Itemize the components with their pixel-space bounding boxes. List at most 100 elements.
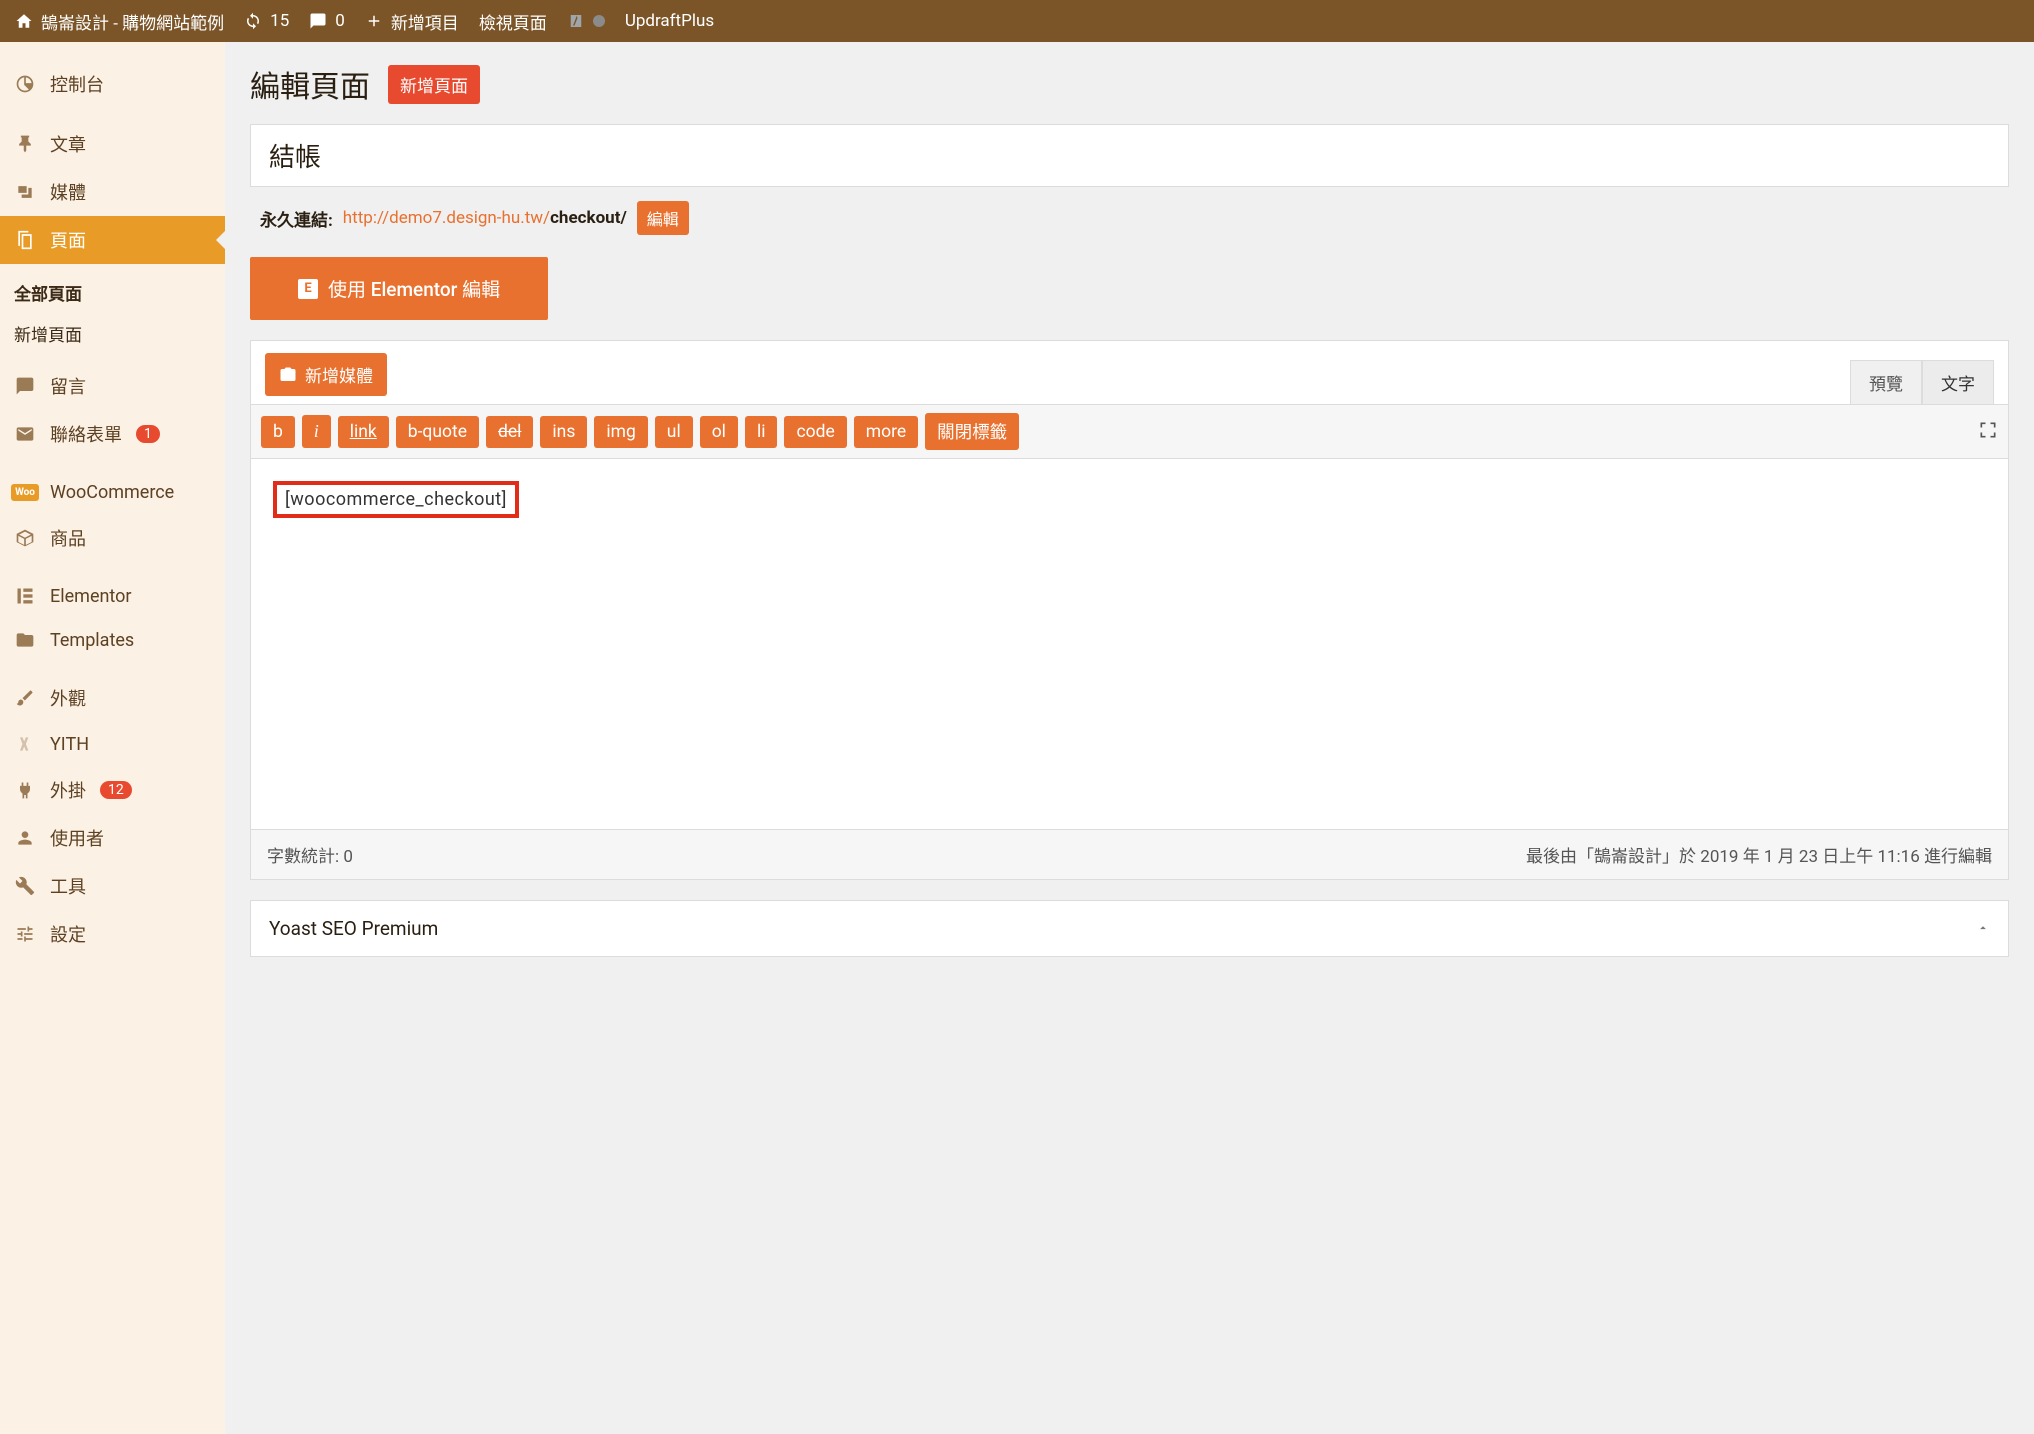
qt-ol-button[interactable]: ol xyxy=(700,416,738,448)
yoast-metabox-title: Yoast SEO Premium xyxy=(269,917,438,940)
contact-badge: 1 xyxy=(136,425,160,443)
comments-icon xyxy=(14,375,36,397)
sidebar-label: WooCommerce xyxy=(50,482,174,503)
brush-icon xyxy=(14,687,36,709)
sidebar-item-woocommerce[interactable]: Woo WooCommerce xyxy=(0,470,225,514)
sidebar-label: 商品 xyxy=(50,525,86,551)
sidebar-label: 使用者 xyxy=(50,825,104,851)
user-icon xyxy=(14,827,36,849)
submenu-all-pages[interactable]: 全部頁面 xyxy=(0,272,225,313)
editor-footer: 字數統計: 0 最後由「鵠崙設計」於 2019 年 1 月 23 日上午 11:… xyxy=(251,829,2008,879)
post-title-input[interactable]: 結帳 xyxy=(250,124,2009,187)
sidebar-label: Templates xyxy=(50,630,134,651)
yoast-metabox[interactable]: Yoast SEO Premium xyxy=(250,900,2009,957)
view-page-link[interactable]: 檢視頁面 xyxy=(479,9,547,34)
yoast-icon xyxy=(567,12,585,30)
sidebar-item-appearance[interactable]: 外觀 xyxy=(0,674,225,722)
sidebar-item-posts[interactable]: 文章 xyxy=(0,120,225,168)
fullscreen-button[interactable] xyxy=(1978,420,1998,444)
submenu-new-page[interactable]: 新增頁面 xyxy=(0,313,225,354)
sidebar-label: 頁面 xyxy=(50,227,86,253)
admin-sidebar: 控制台 文章 媒體 頁面 全部頁面 新增頁面 留言 聯絡表單 1 xyxy=(0,42,225,1434)
sliders-icon xyxy=(14,923,36,945)
sidebar-item-media[interactable]: 媒體 xyxy=(0,168,225,216)
yoast-link[interactable] xyxy=(567,12,605,30)
qt-bquote-button[interactable]: b-quote xyxy=(396,416,479,448)
qt-del-button[interactable]: del xyxy=(486,416,533,448)
last-edit-info: 最後由「鵠崙設計」於 2019 年 1 月 23 日上午 11:16 進行編輯 xyxy=(1526,842,1992,867)
sidebar-label: YITH xyxy=(50,734,89,755)
editor-tabs: 預覽 文字 xyxy=(1850,360,1994,404)
plus-icon xyxy=(365,12,383,30)
shortcode-highlight: [woocommerce_checkout] xyxy=(273,481,519,518)
sidebar-label: 聯絡表單 xyxy=(50,421,122,447)
comments-link[interactable]: 0 xyxy=(309,11,345,31)
sidebar-label: 工具 xyxy=(50,873,86,899)
sidebar-item-settings[interactable]: 設定 xyxy=(0,910,225,958)
new-item-link[interactable]: 新增項目 xyxy=(365,9,459,34)
sidebar-item-products[interactable]: 商品 xyxy=(0,514,225,562)
qt-link-button[interactable]: link xyxy=(338,416,389,448)
site-link[interactable]: 鵠崙設計 - 購物網站範例 xyxy=(15,9,224,34)
sidebar-item-templates[interactable]: Templates xyxy=(0,618,225,662)
sidebar-item-users[interactable]: 使用者 xyxy=(0,814,225,862)
add-new-page-button[interactable]: 新增頁面 xyxy=(388,65,480,104)
mail-icon xyxy=(14,423,36,445)
plugins-badge: 12 xyxy=(100,781,132,799)
site-name: 鵠崙設計 - 購物網站範例 xyxy=(41,9,224,34)
sidebar-label: 文章 xyxy=(50,131,86,157)
sidebar-label: 媒體 xyxy=(50,179,86,205)
admin-topbar: 鵠崙設計 - 購物網站範例 15 0 新增項目 檢視頁面 UpdraftPlus xyxy=(0,0,2034,42)
qt-code-button[interactable]: code xyxy=(784,416,846,448)
dashboard-icon xyxy=(14,73,36,95)
sidebar-item-tools[interactable]: 工具 xyxy=(0,862,225,910)
qt-img-button[interactable]: img xyxy=(594,416,647,448)
pin-icon xyxy=(14,133,36,155)
qt-ul-button[interactable]: ul xyxy=(655,416,693,448)
main-content: 編輯頁面 新增頁面 結帳 永久連結: http://demo7.design-h… xyxy=(225,42,2034,1434)
refresh-icon xyxy=(244,12,262,30)
media-icon xyxy=(14,181,36,203)
sidebar-label: 設定 xyxy=(50,921,86,947)
elementor-icon xyxy=(14,585,36,607)
qt-closetags-button[interactable]: 關閉標籤 xyxy=(925,413,1019,450)
qt-ins-button[interactable]: ins xyxy=(540,416,587,448)
view-page-label: 檢視頁面 xyxy=(479,9,547,34)
edit-with-elementor-button[interactable]: E 使用 Elementor 編輯 xyxy=(250,257,548,320)
permalink-url[interactable]: http://demo7.design-hu.tw/checkout/ xyxy=(343,208,627,228)
updates-link[interactable]: 15 xyxy=(244,11,289,31)
sidebar-item-contact[interactable]: 聯絡表單 1 xyxy=(0,410,225,458)
permalink-row: 永久連結: http://demo7.design-hu.tw/checkout… xyxy=(250,201,2009,235)
updraft-label: UpdraftPlus xyxy=(625,11,714,31)
sidebar-label: 控制台 xyxy=(50,71,104,97)
pages-icon xyxy=(14,229,36,251)
qt-li-button[interactable]: li xyxy=(745,416,778,448)
sidebar-item-pages[interactable]: 頁面 xyxy=(0,216,225,264)
folder-icon xyxy=(14,629,36,651)
updates-count: 15 xyxy=(270,11,289,31)
add-media-button[interactable]: 新增媒體 xyxy=(265,353,387,396)
permalink-edit-button[interactable]: 編輯 xyxy=(637,201,689,235)
woocommerce-icon: Woo xyxy=(14,481,36,503)
sidebar-item-elementor[interactable]: Elementor xyxy=(0,574,225,618)
sidebar-item-yith[interactable]: YITH xyxy=(0,722,225,766)
qt-more-button[interactable]: more xyxy=(854,416,918,448)
tab-visual[interactable]: 預覽 xyxy=(1850,360,1922,404)
sidebar-item-dashboard[interactable]: 控制台 xyxy=(0,60,225,108)
qt-italic-button[interactable]: i xyxy=(302,415,331,448)
new-item-label: 新增項目 xyxy=(391,9,459,34)
updraft-link[interactable]: UpdraftPlus xyxy=(625,11,714,31)
editor-textarea[interactable]: [woocommerce_checkout] xyxy=(251,459,2008,829)
tab-text[interactable]: 文字 xyxy=(1922,360,1994,404)
sidebar-label: 外掛 xyxy=(50,777,86,803)
camera-icon xyxy=(279,366,297,384)
elementor-button-label: 使用 Elementor 編輯 xyxy=(328,275,500,302)
qt-bold-button[interactable]: b xyxy=(261,416,295,448)
sidebar-label: Elementor xyxy=(50,586,132,607)
chevron-up-icon[interactable] xyxy=(1976,917,1990,940)
sidebar-item-plugins[interactable]: 外掛 12 xyxy=(0,766,225,814)
expand-icon xyxy=(1978,420,1998,440)
permalink-label: 永久連結: xyxy=(260,206,333,231)
sidebar-item-comments[interactable]: 留言 xyxy=(0,362,225,410)
yith-icon xyxy=(14,733,36,755)
